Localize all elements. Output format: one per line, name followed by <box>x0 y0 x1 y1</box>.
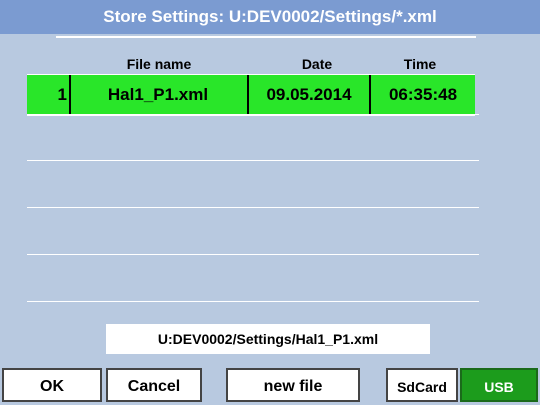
title-divider <box>56 36 476 38</box>
new-file-button[interactable]: new file <box>226 368 360 402</box>
ok-button[interactable]: OK <box>2 368 102 402</box>
store-settings-screen: Store Settings: U:DEV0002/Settings/*.xml… <box>0 0 540 405</box>
row-divider <box>27 160 479 161</box>
column-header-file-name: File name <box>126 56 192 72</box>
row-divider <box>27 114 479 115</box>
row-date: 09.05.2014 <box>266 85 352 104</box>
row-divider <box>27 301 479 302</box>
row-index: 1 <box>57 85 67 104</box>
page-title: Store Settings: U:DEV0002/Settings/*.xml <box>0 0 540 34</box>
usb-button[interactable]: USB <box>460 368 538 402</box>
row-divider <box>27 254 479 255</box>
row-file-name: Hal1_P1.xml <box>107 85 209 104</box>
column-header-time: Time <box>403 56 437 72</box>
cancel-button[interactable]: Cancel <box>106 368 202 402</box>
row-divider <box>27 207 479 208</box>
sdcard-button[interactable]: SdCard <box>386 368 458 402</box>
table-row-selected[interactable]: 1 Hal1_P1.xml 09.05.2014 06:35:48 <box>27 74 475 116</box>
column-header-date: Date <box>301 56 333 72</box>
selected-file-path: U:DEV0002/Settings/Hal1_P1.xml <box>106 324 430 354</box>
row-time: 06:35:48 <box>388 85 458 104</box>
